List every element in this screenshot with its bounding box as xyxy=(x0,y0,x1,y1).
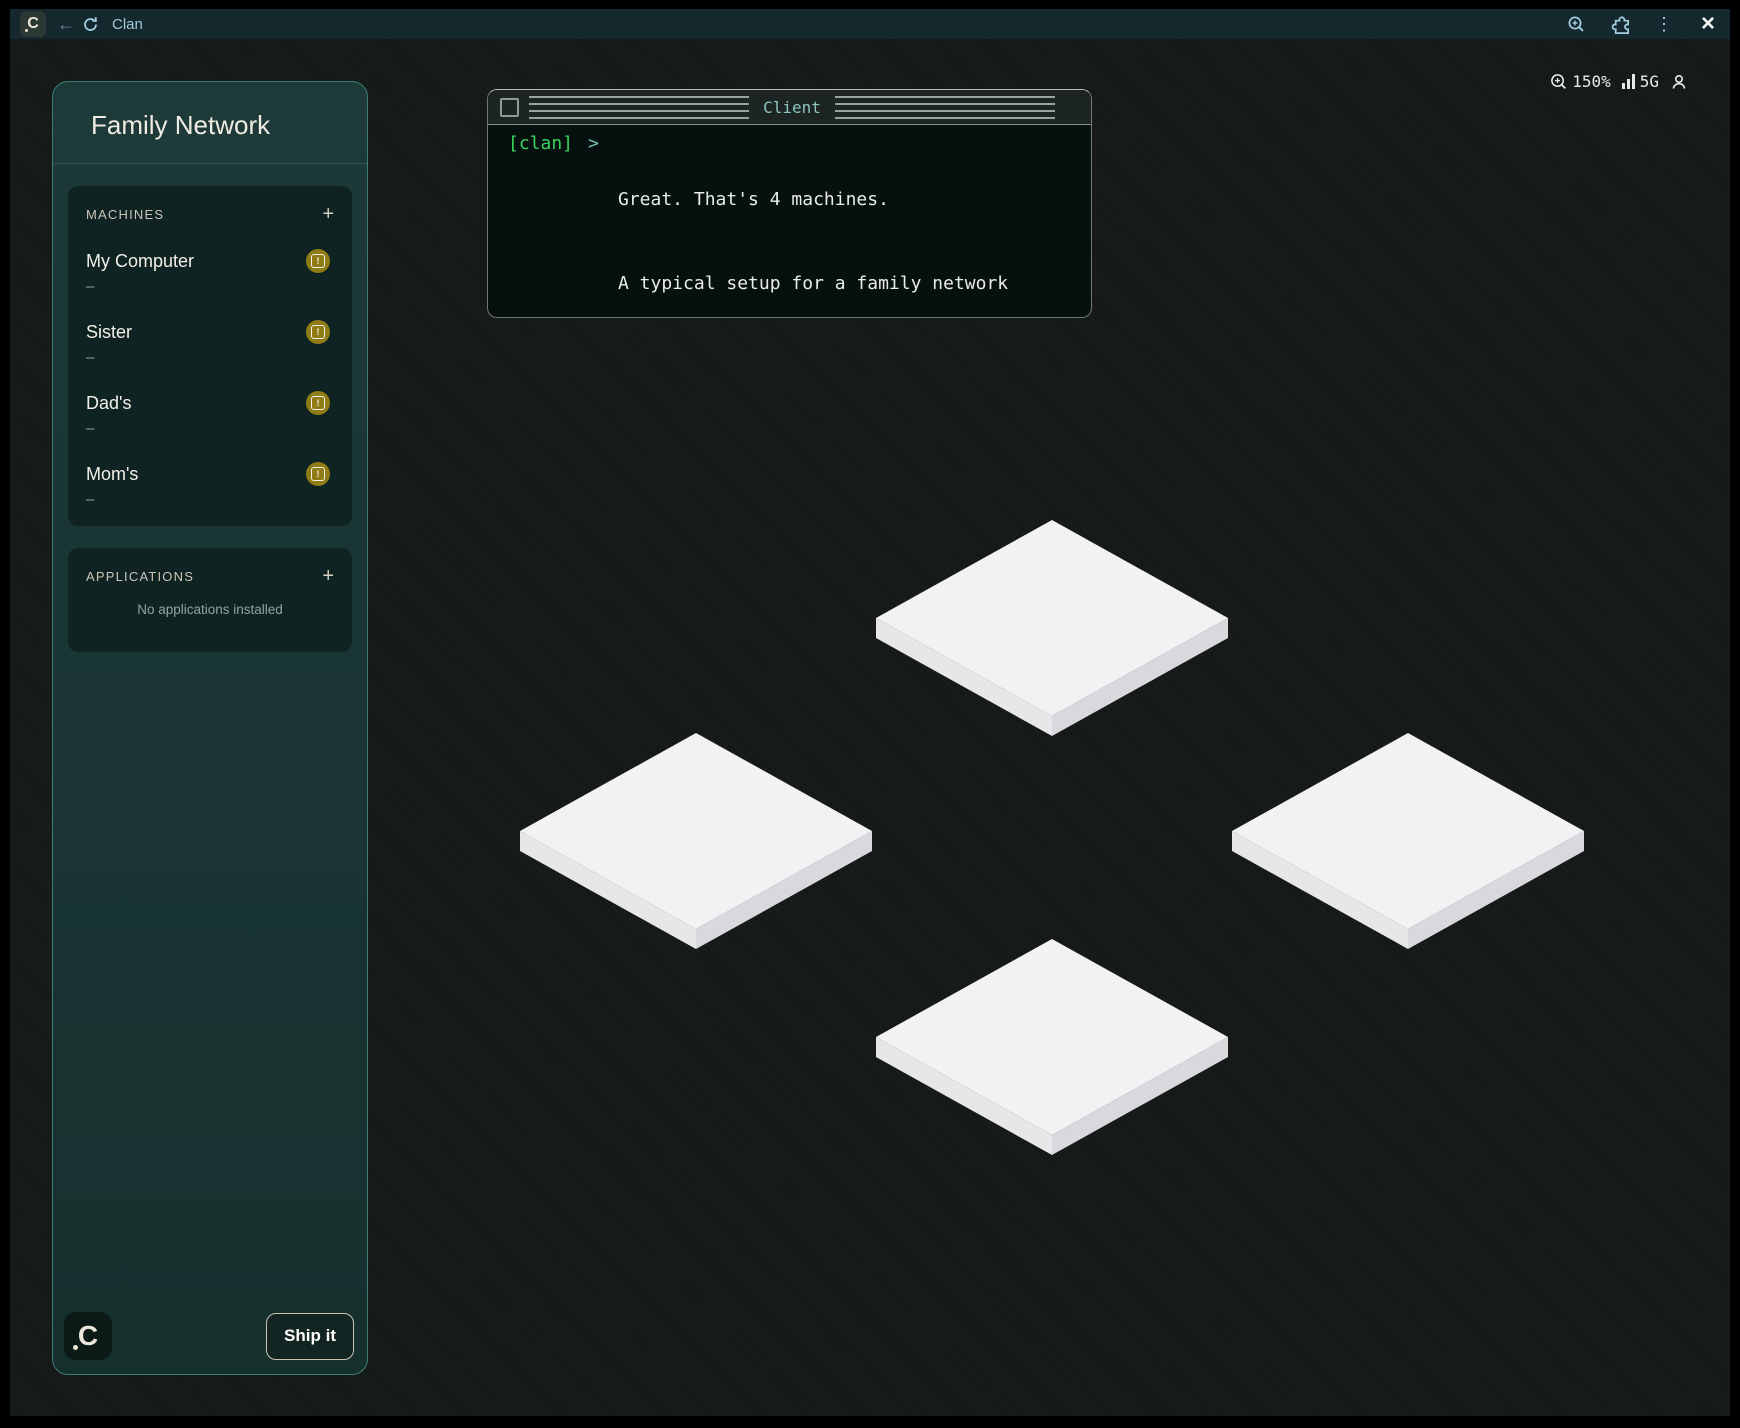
zoom-level-value: 150% xyxy=(1572,72,1611,91)
ship-it-label: Ship it xyxy=(284,1326,336,1346)
machine-status-dash: – xyxy=(86,350,334,366)
ship-it-button[interactable]: Ship it xyxy=(266,1313,354,1360)
clan-logo-dot xyxy=(73,1345,78,1350)
terminal-message: Great. That's 4 machines. A typical setu… xyxy=(618,130,1062,318)
kebab-menu-icon: ⋮ xyxy=(1655,15,1673,33)
machines-card: MACHINES + My Computer – ! Sister – ! xyxy=(68,186,352,526)
network-type: 5G xyxy=(1640,72,1659,91)
machine-row[interactable]: Mom's – ! xyxy=(86,463,334,508)
machine-warning-icon: ! xyxy=(306,249,330,273)
back-button[interactable]: ← xyxy=(54,12,78,36)
machine-tile-left[interactable] xyxy=(520,733,872,949)
machine-status-dash: – xyxy=(86,492,334,508)
close-icon: × xyxy=(1701,12,1715,36)
machine-warning-icon: ! xyxy=(306,462,330,486)
page-title: Family Network xyxy=(53,82,367,164)
machine-name: Sister xyxy=(86,321,334,343)
machine-warning-icon: ! xyxy=(306,391,330,415)
machine-tile-top[interactable] xyxy=(876,520,1228,736)
reload-button[interactable] xyxy=(78,12,102,36)
machine-tile-right[interactable] xyxy=(1232,733,1584,949)
app-window: C ← Clan xyxy=(0,0,1740,1428)
clan-favicon: C xyxy=(20,11,46,37)
extensions-button[interactable] xyxy=(1608,12,1632,36)
zoom-indicator-button[interactable] xyxy=(1564,12,1588,36)
reload-icon xyxy=(82,16,99,33)
machine-status-dash: – xyxy=(86,279,334,295)
prompt-label: [clan] xyxy=(508,130,573,318)
titlebar-stripes-right xyxy=(835,96,1055,119)
user-icon xyxy=(1670,73,1688,91)
client-titlebar[interactable]: Client xyxy=(488,90,1091,125)
tab-title: Clan xyxy=(112,16,143,33)
clan-logo-glyph: C xyxy=(27,16,39,32)
titlebar-stripes-left xyxy=(529,96,749,119)
main-canvas: 150% 5G Client [clan] > Great. That's 4 … xyxy=(10,39,1730,1416)
zoom-in-icon xyxy=(1567,15,1586,34)
machine-name: Dad's xyxy=(86,392,334,414)
window-control-icon[interactable] xyxy=(500,98,519,117)
puzzle-piece-icon xyxy=(1610,14,1631,35)
machine-tile-bottom[interactable] xyxy=(876,939,1228,1155)
browser-menu-button[interactable]: ⋮ xyxy=(1652,12,1676,36)
add-machine-button[interactable]: + xyxy=(322,204,334,224)
applications-empty-text: No applications installed xyxy=(86,602,334,617)
client-window-title: Client xyxy=(763,98,821,117)
applications-header: APPLICATIONS xyxy=(86,569,194,584)
applications-card: APPLICATIONS + No applications installed xyxy=(68,548,352,652)
signal-strength-icon xyxy=(1622,74,1635,89)
machine-name: Mom's xyxy=(86,463,334,485)
terminal-line: A typical setup for a family network xyxy=(618,270,1062,298)
status-indicators: 150% 5G xyxy=(1550,72,1688,91)
machine-name: My Computer xyxy=(86,250,334,272)
back-icon: ← xyxy=(57,15,75,33)
sidebar: Family Network MACHINES + My Computer – … xyxy=(52,81,368,1375)
machine-status-dash: – xyxy=(86,421,334,437)
client-window: Client [clan] > Great. That's 4 machines… xyxy=(487,89,1092,318)
zoom-level-icon xyxy=(1550,73,1568,91)
clan-logo-dot xyxy=(25,29,28,32)
machines-header: MACHINES xyxy=(86,207,164,222)
machine-row[interactable]: Sister – ! xyxy=(86,321,334,366)
add-application-button[interactable]: + xyxy=(322,566,334,586)
machine-row[interactable]: My Computer – ! xyxy=(86,250,334,295)
machine-warning-icon: ! xyxy=(306,320,330,344)
terminal-line: Great. That's 4 machines. xyxy=(618,186,1062,214)
clan-logo: C xyxy=(64,1312,112,1360)
browser-topbar: C ← Clan xyxy=(10,9,1730,39)
terminal-output: [clan] > Great. That's 4 machines. A typ… xyxy=(488,125,1091,318)
prompt-symbol: > xyxy=(588,130,599,318)
close-window-button[interactable]: × xyxy=(1696,12,1720,36)
machine-row[interactable]: Dad's – ! xyxy=(86,392,334,437)
clan-logo-glyph: C xyxy=(78,1322,98,1350)
